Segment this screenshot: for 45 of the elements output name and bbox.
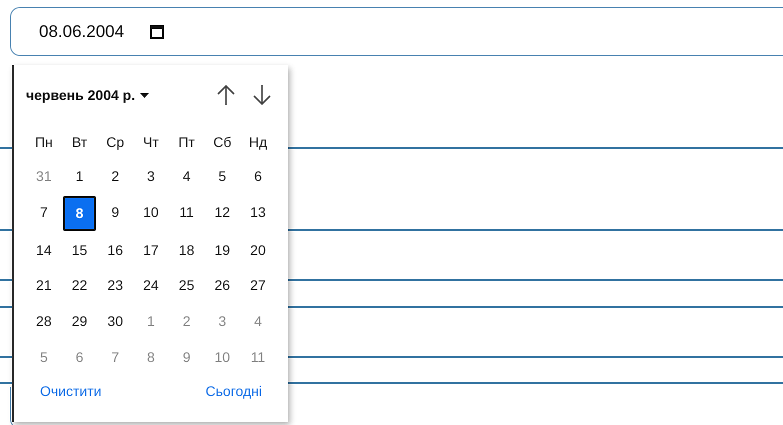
caret-icon	[140, 92, 150, 98]
calendar-day[interactable]: 27	[240, 268, 276, 304]
up-arrow-icon	[216, 84, 236, 106]
weekday-label: Нд	[248, 132, 268, 152]
selected-day[interactable]: 8	[62, 196, 96, 232]
weekday-label: Сб	[212, 132, 232, 152]
calendar-day[interactable]: 16	[97, 232, 134, 268]
calendar-day[interactable]: 30	[97, 304, 134, 340]
calendar-day[interactable]: 17	[133, 232, 169, 268]
calendar-day[interactable]: 24	[133, 268, 169, 304]
calendar-day[interactable]: 3	[133, 159, 169, 195]
calendar-day[interactable]: 12	[204, 194, 240, 230]
calendar-day[interactable]: 9	[97, 194, 134, 230]
calendar-day[interactable]: 11	[168, 194, 204, 230]
calendar-day[interactable]: 7	[26, 194, 62, 230]
calendar-day[interactable]: 19	[204, 232, 240, 268]
month-year-dropdown[interactable]: червень 2004 р.	[26, 84, 150, 106]
weekday-label: Вт	[70, 132, 88, 152]
calendar-day[interactable]: 25	[168, 268, 204, 304]
calendar-day[interactable]: 1	[62, 159, 98, 195]
weekday-label: Ср	[105, 132, 126, 152]
today-button[interactable]: Сьогодні	[206, 381, 262, 402]
calendar-day[interactable]: 20	[240, 232, 276, 268]
calendar-day[interactable]: 28	[26, 304, 62, 340]
calendar-day[interactable]: 6	[240, 159, 276, 195]
calendar-day[interactable]: 29	[62, 304, 98, 340]
calendar-day[interactable]: 21	[26, 268, 62, 304]
calendar-day[interactable]: 2	[97, 159, 134, 195]
calendar-day[interactable]: 22	[62, 268, 98, 304]
weekday-label: Пт	[177, 132, 196, 152]
down-arrow-icon	[252, 84, 272, 106]
date-input-field[interactable]: 08.06.2004	[10, 7, 783, 56]
calendar-day[interactable]: 18	[168, 232, 204, 268]
calendar-day[interactable]: 15	[62, 232, 98, 268]
calendar-day[interactable]: 10	[133, 194, 169, 230]
weekday-label: Чт	[142, 132, 160, 152]
calendar-day[interactable]: 26	[204, 268, 240, 304]
calendar-icon[interactable]	[150, 24, 164, 39]
calendar-day[interactable]: 14	[26, 232, 62, 268]
calendar-day[interactable]: 13	[240, 194, 276, 230]
calendar-day[interactable]: 5	[204, 159, 240, 195]
calendar-day[interactable]: 4	[168, 159, 204, 195]
clear-button[interactable]: Очистити	[40, 381, 102, 402]
weekday-label: Пн	[34, 132, 54, 152]
calendar-day[interactable]: 23	[97, 268, 134, 304]
